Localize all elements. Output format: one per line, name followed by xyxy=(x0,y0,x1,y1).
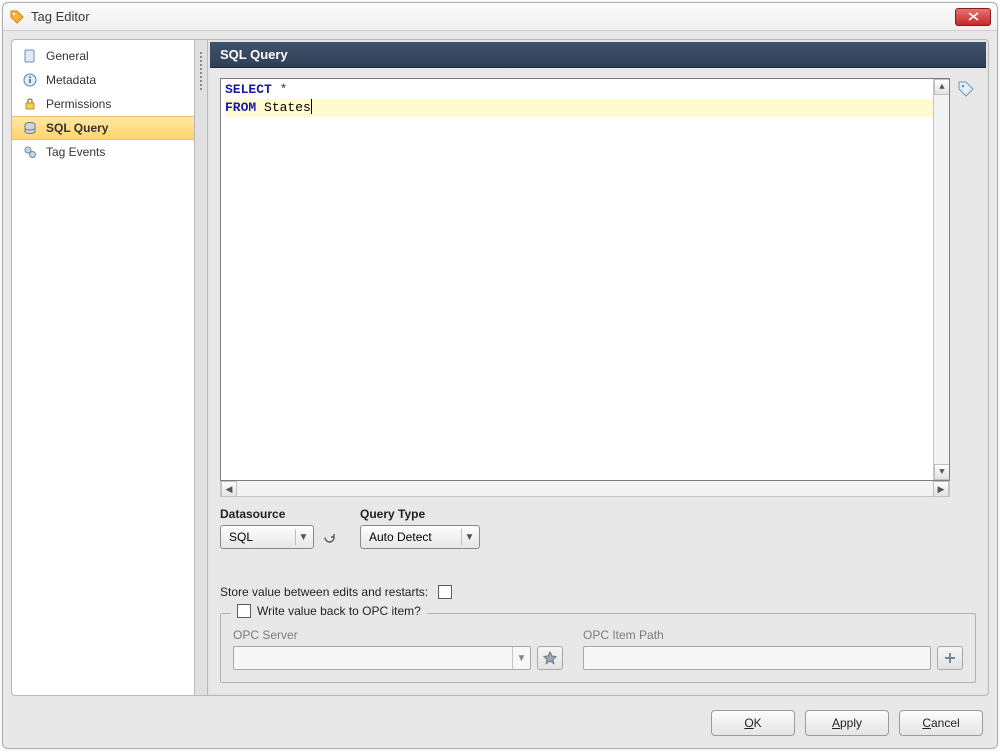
opc-server-label: OPC Server xyxy=(233,628,563,642)
cancel-mnemonic: C xyxy=(922,716,931,730)
page-icon xyxy=(22,48,38,64)
sql-editor[interactable]: SELECT * FROM States ▲ ▼ xyxy=(220,78,950,481)
cancel-button[interactable]: Cancel xyxy=(899,710,983,736)
cancel-rest: ancel xyxy=(931,716,960,730)
titlebar: Tag Editor xyxy=(3,3,997,31)
dialog-footer: OK Apply Cancel xyxy=(3,704,997,748)
apply-button[interactable]: Apply xyxy=(805,710,889,736)
insert-tag-button[interactable] xyxy=(956,78,976,497)
datasource-value: SQL xyxy=(229,530,291,544)
main-panel: SQL Query SELECT * FROM States ▲ ▼ xyxy=(208,39,989,696)
opc-item-path-label: OPC Item Path xyxy=(583,628,963,642)
datasource-combo[interactable]: SQL ▼ xyxy=(220,525,314,549)
chevron-down-icon: ▼ xyxy=(295,529,311,545)
events-icon xyxy=(22,144,38,160)
ok-mnemonic: O xyxy=(744,716,753,730)
opc-browse-button[interactable] xyxy=(537,646,563,670)
scroll-right-button[interactable]: ▶ xyxy=(933,481,949,497)
scroll-left-button[interactable]: ◀ xyxy=(221,481,237,497)
querytype-label: Query Type xyxy=(360,507,480,521)
refresh-button[interactable] xyxy=(320,528,338,546)
panel-title: SQL Query xyxy=(210,42,986,68)
querytype-value: Auto Detect xyxy=(369,530,457,544)
tag-icon xyxy=(9,9,25,25)
writeback-checkbox[interactable] xyxy=(237,604,251,618)
nav-sidebar: General Metadata Permissions SQL Query xyxy=(11,39,194,696)
store-value-row: Store value between edits and restarts: xyxy=(220,585,976,599)
nav-item-label: Metadata xyxy=(46,73,96,87)
datasource-label: Datasource xyxy=(220,507,338,521)
nav-item-label: Tag Events xyxy=(46,145,105,159)
sql-text: * xyxy=(272,82,288,97)
opc-item-path-input[interactable] xyxy=(583,646,931,670)
nav-item-tag-events[interactable]: Tag Events xyxy=(12,140,194,164)
querytype-group: Query Type Auto Detect ▼ xyxy=(360,507,480,549)
nav-item-sql-query[interactable]: SQL Query xyxy=(12,116,194,140)
store-value-checkbox[interactable] xyxy=(438,585,452,599)
datasource-group: Datasource SQL ▼ xyxy=(220,507,338,549)
nav-item-label: Permissions xyxy=(46,97,111,111)
opc-server-combo[interactable]: ▼ xyxy=(233,646,531,670)
sql-text: States xyxy=(256,100,311,115)
writeback-label: Write value back to OPC item? xyxy=(257,604,421,618)
nav-item-permissions[interactable]: Permissions xyxy=(12,92,194,116)
apply-rest: pply xyxy=(840,716,862,730)
info-icon xyxy=(22,72,38,88)
scroll-up-button[interactable]: ▲ xyxy=(934,79,950,95)
text-cursor xyxy=(311,99,312,114)
sql-keyword: SELECT xyxy=(225,82,272,97)
writeback-fieldset: Write value back to OPC item? OPC Server… xyxy=(220,613,976,683)
window-body: General Metadata Permissions SQL Query xyxy=(3,31,997,704)
querytype-combo[interactable]: Auto Detect ▼ xyxy=(360,525,480,549)
lock-icon xyxy=(22,96,38,112)
chevron-down-icon: ▼ xyxy=(512,647,530,669)
nav-item-general[interactable]: General xyxy=(12,44,194,68)
writeback-legend: Write value back to OPC item? xyxy=(231,604,427,618)
nav-item-metadata[interactable]: Metadata xyxy=(12,68,194,92)
chevron-down-icon: ▼ xyxy=(461,529,477,545)
editor-wrap: SELECT * FROM States ▲ ▼ ◀ ▶ xyxy=(220,78,950,497)
database-icon xyxy=(22,120,38,136)
close-button[interactable] xyxy=(955,8,991,26)
nav-item-label: General xyxy=(46,49,89,63)
panel-body: SELECT * FROM States ▲ ▼ ◀ ▶ xyxy=(210,68,986,693)
splitter-handle[interactable] xyxy=(194,39,208,696)
vertical-scrollbar[interactable]: ▲ ▼ xyxy=(933,79,949,480)
ok-rest: K xyxy=(754,716,762,730)
scroll-down-button[interactable]: ▼ xyxy=(934,464,950,480)
tag-editor-window: Tag Editor General Metadata xyxy=(2,2,998,749)
editor-row: SELECT * FROM States ▲ ▼ ◀ ▶ xyxy=(220,78,976,497)
apply-mnemonic: A xyxy=(832,716,840,730)
store-value-label: Store value between edits and restarts: xyxy=(220,585,428,599)
sql-editor-content: SELECT * FROM States xyxy=(221,79,949,119)
ok-button[interactable]: OK xyxy=(711,710,795,736)
nav-item-label: SQL Query xyxy=(46,121,108,135)
opc-item-add-button[interactable] xyxy=(937,646,963,670)
sql-keyword: FROM xyxy=(225,100,256,115)
window-title: Tag Editor xyxy=(31,9,949,24)
horizontal-scrollbar[interactable]: ◀ ▶ xyxy=(220,481,950,497)
controls-row: Datasource SQL ▼ Query Type xyxy=(220,497,976,555)
